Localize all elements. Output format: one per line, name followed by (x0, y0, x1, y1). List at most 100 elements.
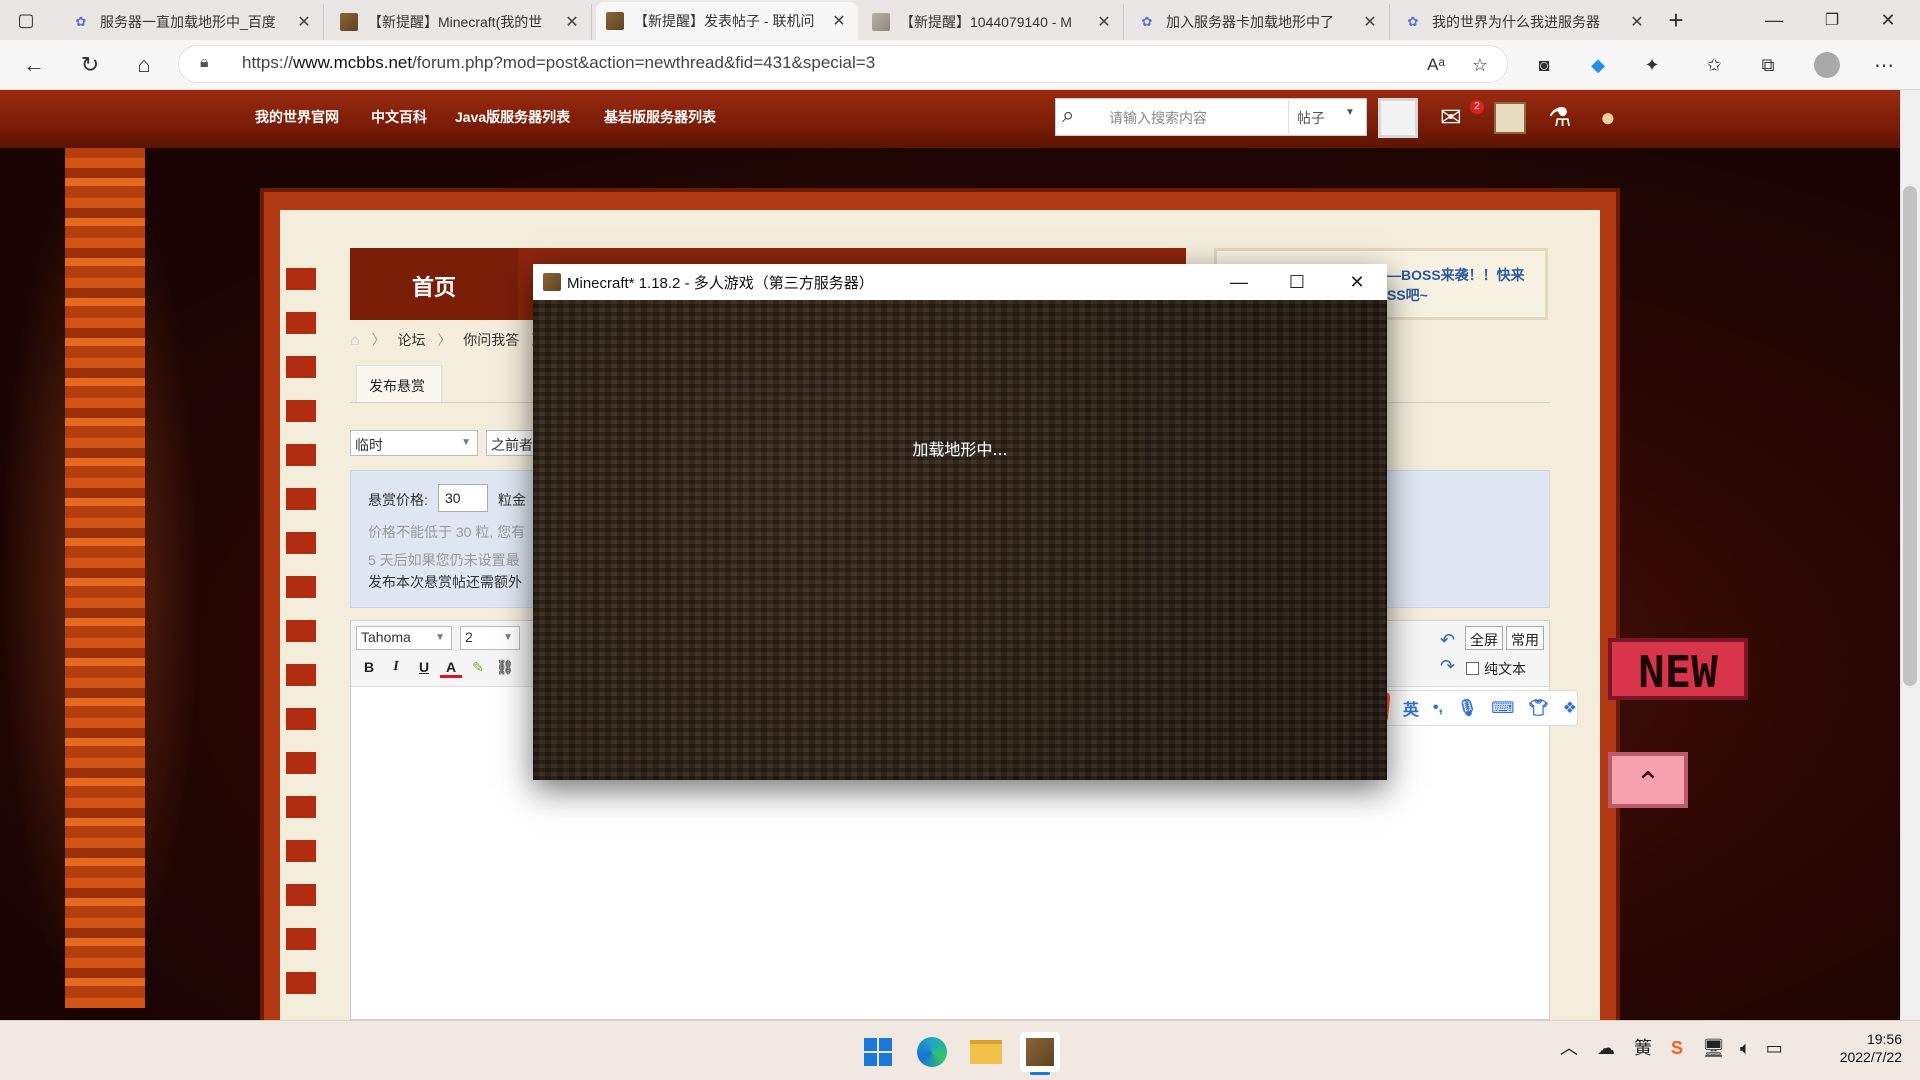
edge-icon[interactable] (912, 1032, 952, 1072)
lock-icon[interactable]: 🔒︎ (200, 54, 209, 72)
clock-date: 2022/7/22 (1839, 1049, 1902, 1065)
tab-title: 我的世界为什么我进服务器 (1432, 14, 1600, 30)
font-color-icon[interactable]: A (440, 656, 462, 678)
refresh-icon[interactable]: ↻ (74, 49, 106, 81)
add-favorite-icon[interactable]: ☆ (1464, 49, 1496, 81)
fullscreen-button[interactable]: 全屏 (1465, 626, 1503, 650)
search-scope-select[interactable]: 帖子 ▼ (1288, 100, 1366, 134)
chevron-up-icon[interactable]: ︿ (1560, 1038, 1578, 1058)
close-icon[interactable]: ✕ (1328, 264, 1386, 300)
tray-ime-indicator[interactable]: 簧 (1634, 1038, 1652, 1058)
breadcrumb-qa[interactable]: 你问我答 (463, 332, 519, 348)
common-button[interactable]: 常用 (1506, 626, 1544, 650)
search-input[interactable]: 请输入搜索内容 (1095, 104, 1285, 130)
restore-icon[interactable]: ❐ (1816, 4, 1848, 36)
network-icon[interactable]: 🖥︎ (1702, 1038, 1725, 1058)
font-size-select[interactable]: 2 ▼ (460, 626, 520, 650)
close-icon[interactable]: ✕ (1628, 12, 1646, 32)
search-scope-value: 帖子 (1297, 110, 1325, 126)
browser-tab-6[interactable]: ✿ 我的世界为什么我进服务器 ✕ (1394, 4, 1656, 40)
collections-icon[interactable]: ⧉ (1752, 49, 1784, 81)
underline-icon[interactable]: U (413, 656, 435, 678)
font-select[interactable]: Tahoma ▼ (356, 626, 452, 650)
browser-tab-4[interactable]: 【新提醒】1044079140 - M ✕ (862, 4, 1124, 40)
breadcrumb-forum[interactable]: 论坛 (397, 332, 425, 348)
undo-icon[interactable]: ↶ (1440, 630, 1455, 651)
link-icon[interactable]: ⛓ (494, 656, 516, 678)
baidu-paw-icon: ✿ (75, 14, 87, 29)
browser-tab-1[interactable]: ✿ 服务器一直加载地形中_百度 ✕ (62, 4, 324, 40)
nav-wiki[interactable]: 中文百科 (371, 107, 427, 127)
qr-code-icon[interactable] (1378, 98, 1418, 138)
minecraft-block-icon (606, 12, 624, 30)
plaintext-checkbox[interactable] (1466, 662, 1479, 675)
nav-home-tab[interactable]: 首页 (350, 248, 518, 320)
tab-actions-icon[interactable]: ▢ (10, 4, 42, 36)
close-icon[interactable]: ✕ (1361, 12, 1379, 32)
bold-icon[interactable]: B (358, 656, 380, 678)
tab-post-reward[interactable]: 发布悬赏 (356, 365, 442, 403)
file-explorer-icon[interactable] (966, 1032, 1006, 1072)
font-size-value: 2 (465, 629, 473, 645)
cookie-icon[interactable]: ● (1600, 102, 1616, 133)
close-window-icon[interactable]: ✕ (1872, 4, 1904, 36)
volume-icon[interactable]: 🔈︎ (1740, 1038, 1751, 1058)
nav-java-servers[interactable]: Java版服务器列表 (455, 107, 570, 127)
close-icon[interactable]: ✕ (563, 12, 581, 32)
minecraft-block-icon (543, 273, 561, 291)
ime-mode[interactable]: 英 (1403, 696, 1419, 720)
keyboard-icon[interactable]: ⌨ (1491, 698, 1514, 718)
minecraft-loading-screen[interactable] (533, 300, 1387, 780)
minimize-icon[interactable]: — (1758, 4, 1790, 36)
profile-avatar[interactable] (1814, 52, 1840, 78)
back-icon[interactable]: ← (18, 49, 50, 81)
crafting-table-icon[interactable] (1494, 102, 1526, 134)
ime-punct[interactable]: •, (1433, 699, 1443, 717)
extension-icon[interactable]: ◙ (1528, 49, 1560, 81)
italic-icon[interactable]: I (385, 656, 407, 678)
potion-icon[interactable]: ⚗ (1548, 102, 1571, 133)
nav-bedrock-servers[interactable]: 基岩版服务器列表 (604, 107, 716, 127)
browser-tab-3-active[interactable]: 【新提醒】发表帖子 - 联机问 ✕ (596, 2, 858, 40)
extensions-puzzle-icon[interactable]: ✦ (1636, 49, 1668, 81)
battery-icon[interactable]: ▭ (1766, 1038, 1783, 1058)
more-options-icon[interactable]: ⋯ (1868, 49, 1900, 81)
vpn-shield-icon[interactable]: ◆ (1582, 49, 1614, 81)
baidu-paw-icon: ✿ (1407, 14, 1419, 29)
redo-icon[interactable]: ↷ (1440, 656, 1455, 677)
reward-note-1: 价格不能低于 30 粒, 您有 (368, 524, 526, 540)
browser-tab-2[interactable]: 【新提醒】Minecraft(我的世 ✕ (330, 4, 592, 40)
home-icon[interactable]: ⌂ (128, 49, 160, 81)
close-icon[interactable]: ✕ (830, 11, 848, 31)
skin-icon[interactable]: 👕︎ (1528, 698, 1548, 718)
browser-tab-bar: ▢ ✿ 服务器一直加载地形中_百度 ✕ 【新提醒】Minecraft(我的世 ✕… (0, 0, 1920, 40)
start-icon[interactable] (858, 1032, 898, 1072)
category-select[interactable]: 临时 ▼ (350, 430, 478, 456)
notification-icon[interactable]: ✉ (1440, 102, 1462, 133)
clock[interactable]: 19:56 2022/7/22 (1820, 1030, 1902, 1066)
highlight-icon[interactable]: ✎ (467, 656, 489, 678)
mcbbs-block-icon (872, 13, 890, 31)
maximize-icon[interactable]: ☐ (1268, 264, 1326, 300)
browser-tab-5[interactable]: ✿ 加入服务器卡加载地形中了 ✕ (1128, 4, 1390, 40)
search-icon[interactable]: ⌕ (1062, 102, 1074, 128)
minimize-icon[interactable]: — (1210, 264, 1268, 300)
scrollbar-thumb[interactable] (1903, 186, 1917, 686)
pink-flag-badge[interactable]: ⌃ (1608, 752, 1688, 808)
ime-toolbar[interactable]: S 英 •, 🎙︎ ⌨ 👕︎ ❖ (1356, 690, 1578, 726)
new-tab-icon[interactable]: + (1660, 4, 1692, 36)
favorites-icon[interactable]: ✩ (1698, 49, 1730, 81)
reward-price-input[interactable]: 30 (438, 484, 488, 512)
new-badge[interactable]: NEW (1608, 638, 1748, 700)
close-icon[interactable]: ✕ (1095, 12, 1113, 32)
toolbox-icon[interactable]: ❖ (1563, 698, 1577, 718)
minecraft-taskbar-icon[interactable] (1020, 1032, 1060, 1072)
onedrive-icon[interactable]: ☁ (1597, 1038, 1615, 1058)
read-aloud-icon[interactable]: Aᵃ (1420, 49, 1452, 81)
close-icon[interactable]: ✕ (295, 12, 313, 32)
url-text[interactable]: https://www.mcbbs.net/forum.php?mod=post… (242, 53, 875, 73)
nav-official-site[interactable]: 我的世界官网 (255, 107, 339, 127)
home-icon[interactable]: ⌂ (350, 332, 360, 349)
microphone-icon[interactable]: 🎙︎ (1457, 698, 1477, 718)
sogou-tray-icon[interactable]: S (1671, 1038, 1683, 1058)
